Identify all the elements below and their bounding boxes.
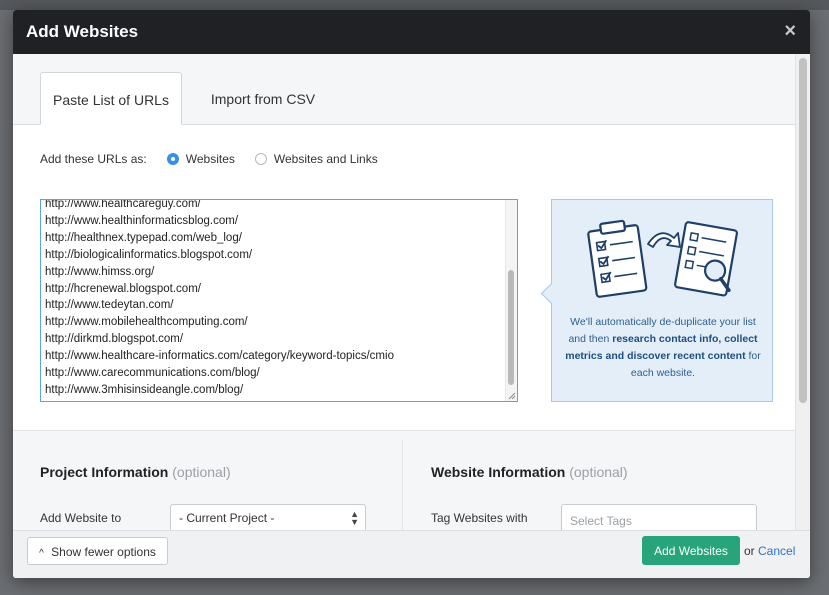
or-text: or xyxy=(744,544,755,558)
add-website-to-label: Add Website to xyxy=(40,511,122,525)
modal-title: Add Websites xyxy=(26,22,139,41)
url-line: http://www.healthcareguy.com/ xyxy=(45,199,201,210)
url-type-row: Add these URLs as: Websites Websites and… xyxy=(40,152,398,166)
project-select-value: - Current Project - xyxy=(179,511,275,525)
paste-list-panel: Add these URLs as: Websites Websites and… xyxy=(13,125,796,431)
add-websites-modal: Add Websites × Paste List of URLs Import… xyxy=(13,10,810,578)
chevron-up-icon: ^ xyxy=(39,548,44,559)
backdrop xyxy=(0,0,829,10)
clipboard-checklist-icon xyxy=(587,219,648,298)
website-info-title-text: Website Information xyxy=(431,464,566,480)
resize-grip-icon[interactable] xyxy=(508,392,516,400)
radio-websites-label[interactable]: Websites xyxy=(186,152,235,166)
radio-websites-and-links[interactable] xyxy=(254,153,267,165)
url-line: http://dirkmd.blogspot.com/ xyxy=(45,333,184,346)
project-info-title-text: Project Information xyxy=(40,464,169,480)
add-websites-button[interactable]: Add Websites xyxy=(642,536,740,565)
show-fewer-options-label: Show fewer options xyxy=(51,545,156,559)
modal-footer: ^ Show fewer options Add Websites or Can… xyxy=(13,530,810,578)
project-select[interactable]: - Current Project - ▲ ▼ xyxy=(170,504,366,530)
url-line: http://biologicalinformatics.blogspot.co… xyxy=(45,248,253,261)
tab-paste-list[interactable]: Paste List of URLs xyxy=(40,72,182,125)
tabs-bar: Paste List of URLs Import from CSV xyxy=(13,54,796,125)
url-line: http://www.3mhisinsideangle.com/blog/ xyxy=(45,383,244,396)
url-line: http://www.himss.org/ xyxy=(45,265,155,278)
radio-websites-and-links-label[interactable]: Websites and Links xyxy=(274,152,378,166)
tag-websites-label: Tag Websites with xyxy=(431,511,528,525)
url-list-textarea[interactable]: http://www.healthcareguy.com/ http://www… xyxy=(40,199,518,402)
url-line: http://www.healthcare-informatics.com/ca… xyxy=(45,350,394,363)
document-search-icon xyxy=(674,221,738,297)
project-info-title: Project Information (optional) xyxy=(40,464,231,480)
section-divider xyxy=(402,440,403,530)
modal-scrollbar-thumb[interactable] xyxy=(799,58,807,403)
url-lines: http://www.healthcareguy.com/ http://www… xyxy=(45,199,394,399)
url-type-label: Add these URLs as: xyxy=(40,152,147,166)
info-text: We'll automatically de-duplicate your li… xyxy=(564,314,762,382)
textarea-scrollbar[interactable] xyxy=(505,200,517,401)
website-info-optional: (optional) xyxy=(569,464,628,480)
cancel-link[interactable]: Cancel xyxy=(758,544,795,558)
modal-scrollbar[interactable] xyxy=(795,54,810,530)
checklist-to-search-icon xyxy=(587,219,738,298)
modal-header: Add Websites × xyxy=(13,10,810,54)
tag-select-input[interactable]: Select Tags xyxy=(561,504,757,530)
website-info-title: Website Information (optional) xyxy=(431,464,628,480)
url-line: http://www.tedeytan.com/ xyxy=(45,299,174,312)
close-icon[interactable]: × xyxy=(784,20,796,43)
curved-arrow-icon xyxy=(647,232,681,248)
url-line: http://www.mobilehealthcomputing.com/ xyxy=(45,316,248,329)
tab-import-csv[interactable]: Import from CSV xyxy=(189,72,337,124)
url-line: http://hcrenewal.blogspot.com/ xyxy=(45,282,201,295)
radio-websites[interactable] xyxy=(166,153,179,165)
select-arrows-icon: ▲ ▼ xyxy=(350,509,359,527)
url-line: http://healthnex.typepad.com/web_log/ xyxy=(45,231,242,244)
info-arrow xyxy=(540,282,563,305)
dedupe-info-box: We'll automatically de-duplicate your li… xyxy=(540,199,773,402)
project-info-optional: (optional) xyxy=(172,464,231,480)
url-line: http://www.healthinformaticsblog.com/ xyxy=(45,214,239,227)
show-fewer-options-button[interactable]: ^ Show fewer options xyxy=(27,537,168,565)
modal-body: Paste List of URLs Import from CSV Add t… xyxy=(13,54,796,530)
textarea-scrollbar-thumb[interactable] xyxy=(508,270,514,385)
url-line: http://www.carecommunications.com/blog/ xyxy=(45,367,260,380)
